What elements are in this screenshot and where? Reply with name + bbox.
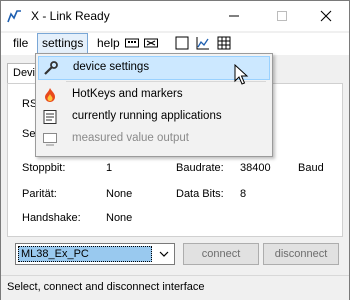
status-bar: Select, connect and disconnect interface [1,275,349,300]
parity-label: Parität: [22,188,57,200]
table-icon[interactable] [217,36,231,50]
databits-value: 8 [240,188,247,200]
menu-item-label: measured value output [72,132,189,144]
menu-item-hotkeys[interactable]: HotKeys and markers [38,84,268,106]
stopbit-label: Stoppbit: [22,162,66,174]
square-icon[interactable] [175,36,189,50]
chart-icon[interactable] [196,36,210,50]
window-title: X - Link Ready [31,9,110,23]
app-window: X - Link Ready file settings help Devi R… [0,0,350,300]
connect-button[interactable]: connect [183,243,259,265]
minimize-button[interactable] [211,1,257,31]
status-text: Select, connect and disconnect interface [7,281,205,293]
maximize-button[interactable] [259,1,305,31]
output-icon [43,133,57,146]
maximize-icon [277,11,287,21]
chevron-down-icon[interactable] [156,247,172,261]
title-bar[interactable]: X - Link Ready [1,1,349,31]
fire-icon [45,88,55,102]
menu-help[interactable]: help [93,33,124,53]
handshake-label: Handshake: [22,212,81,224]
keyboard-icon[interactable] [125,36,139,50]
list-icon [43,110,57,124]
alert-icon[interactable] [144,36,158,50]
interface-select-value: ML38_Ex_PC [18,246,152,262]
baud-unit: Baud [298,162,324,174]
close-button[interactable] [303,1,349,31]
menu-settings[interactable]: settings [37,33,89,54]
baudrate-label: Baudrate: [176,162,224,174]
close-icon [320,10,332,22]
menu-bar: file settings help [1,33,349,55]
menu-item-running-apps[interactable]: currently running applications [38,106,268,128]
menu-item-label: HotKeys and markers [72,88,183,100]
interface-select[interactable]: ML38_Ex_PC [15,243,175,265]
databits-label: Data Bits: [176,188,224,200]
minimize-icon [229,15,239,17]
disconnect-button[interactable]: disconnect [263,243,339,265]
se-label: Se [22,128,36,140]
menu-file[interactable]: file [9,33,32,53]
parity-value: None [106,188,133,200]
handshake-value: None [106,212,133,224]
baudrate-value: 38400 [240,162,271,174]
stopbit-value: 1 [106,162,113,174]
mouse-cursor-icon [234,64,249,85]
app-logo-icon [7,10,21,23]
menu-item-label: currently running applications [72,110,222,122]
menu-item-measured-output[interactable]: measured value output [38,128,268,150]
wrench-icon [44,61,58,75]
menu-item-label: device settings [73,61,150,73]
interface-row: ML38_Ex_PC connect disconnect [15,243,339,267]
